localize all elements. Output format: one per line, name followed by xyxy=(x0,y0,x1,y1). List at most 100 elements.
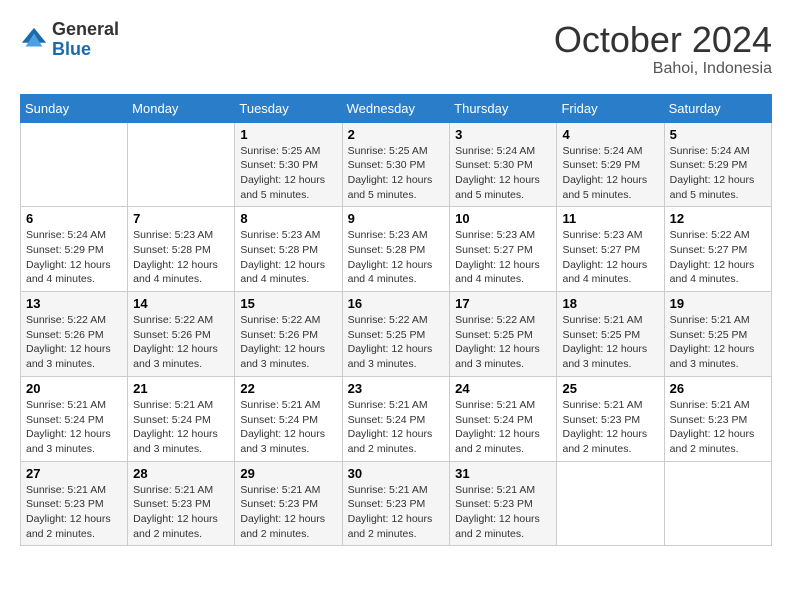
day-number: 4 xyxy=(562,127,658,142)
calendar-cell: 25Sunrise: 5:21 AM Sunset: 5:23 PM Dayli… xyxy=(557,376,664,461)
day-number: 22 xyxy=(240,381,336,396)
day-number: 23 xyxy=(348,381,445,396)
day-number: 13 xyxy=(26,296,122,311)
calendar-cell xyxy=(128,122,235,207)
calendar-cell xyxy=(557,461,664,546)
day-number: 12 xyxy=(670,211,766,226)
weekday-header: Saturday xyxy=(664,94,771,122)
day-info: Sunrise: 5:22 AM Sunset: 5:25 PM Dayligh… xyxy=(455,313,551,372)
calendar-header: SundayMondayTuesdayWednesdayThursdayFrid… xyxy=(21,94,772,122)
day-number: 21 xyxy=(133,381,229,396)
day-info: Sunrise: 5:22 AM Sunset: 5:26 PM Dayligh… xyxy=(240,313,336,372)
day-info: Sunrise: 5:23 AM Sunset: 5:28 PM Dayligh… xyxy=(348,228,445,287)
calendar-cell: 12 Sunrise: 5:22 AM Sunset: 5:27 PM Dayli… xyxy=(664,207,771,292)
calendar-cell: 21Sunrise: 5:21 AM Sunset: 5:24 PM Dayli… xyxy=(128,376,235,461)
calendar-cell: 30 Sunrise: 5:21 AM Sunset: 5:23 PM Dayli… xyxy=(342,461,450,546)
day-info: Sunrise: 5:22 AM Sunset: 5:25 PM Dayligh… xyxy=(348,313,445,372)
calendar-cell: 22 Sunrise: 5:21 AM Sunset: 5:24 PM Dayli… xyxy=(235,376,342,461)
calendar-week-row: 6 Sunrise: 5:24 AM Sunset: 5:29 PM Daylig… xyxy=(21,207,772,292)
day-number: 29 xyxy=(240,466,336,481)
calendar-body: 1Sunrise: 5:25 AM Sunset: 5:30 PM Daylig… xyxy=(21,122,772,546)
calendar-cell: 13 Sunrise: 5:22 AM Sunset: 5:26 PM Dayli… xyxy=(21,292,128,377)
calendar-cell: 31 Sunrise: 5:21 AM Sunset: 5:23 PM Dayli… xyxy=(450,461,557,546)
day-info: Sunrise: 5:21 AM Sunset: 5:25 PM Dayligh… xyxy=(670,313,766,372)
calendar-cell: 14Sunrise: 5:22 AM Sunset: 5:26 PM Dayli… xyxy=(128,292,235,377)
day-info: Sunrise: 5:23 AM Sunset: 5:28 PM Dayligh… xyxy=(240,228,336,287)
day-info: Sunrise: 5:21 AM Sunset: 5:23 PM Dayligh… xyxy=(26,483,122,542)
day-number: 28 xyxy=(133,466,229,481)
day-number: 6 xyxy=(26,211,122,226)
calendar-cell: 15Sunrise: 5:22 AM Sunset: 5:26 PM Dayli… xyxy=(235,292,342,377)
calendar-cell: 3 Sunrise: 5:24 AM Sunset: 5:30 PM Daylig… xyxy=(450,122,557,207)
day-number: 2 xyxy=(348,127,445,142)
day-info: Sunrise: 5:21 AM Sunset: 5:24 PM Dayligh… xyxy=(240,398,336,457)
calendar-cell: 19 Sunrise: 5:21 AM Sunset: 5:25 PM Dayli… xyxy=(664,292,771,377)
day-number: 24 xyxy=(455,381,551,396)
day-info: Sunrise: 5:24 AM Sunset: 5:30 PM Dayligh… xyxy=(455,144,551,203)
calendar-cell xyxy=(21,122,128,207)
calendar-cell: 5Sunrise: 5:24 AM Sunset: 5:29 PM Daylig… xyxy=(664,122,771,207)
calendar-week-row: 1Sunrise: 5:25 AM Sunset: 5:30 PM Daylig… xyxy=(21,122,772,207)
calendar-cell xyxy=(664,461,771,546)
day-number: 16 xyxy=(348,296,445,311)
day-info: Sunrise: 5:21 AM Sunset: 5:23 PM Dayligh… xyxy=(240,483,336,542)
logo-general-text: General xyxy=(52,20,119,40)
day-info: Sunrise: 5:22 AM Sunset: 5:27 PM Dayligh… xyxy=(670,228,766,287)
day-info: Sunrise: 5:23 AM Sunset: 5:27 PM Dayligh… xyxy=(562,228,658,287)
day-info: Sunrise: 5:23 AM Sunset: 5:27 PM Dayligh… xyxy=(455,228,551,287)
day-number: 19 xyxy=(670,296,766,311)
day-number: 31 xyxy=(455,466,551,481)
calendar-cell: 9 Sunrise: 5:23 AM Sunset: 5:28 PM Daylig… xyxy=(342,207,450,292)
calendar-cell: 6 Sunrise: 5:24 AM Sunset: 5:29 PM Daylig… xyxy=(21,207,128,292)
calendar-cell: 24 Sunrise: 5:21 AM Sunset: 5:24 PM Dayli… xyxy=(450,376,557,461)
calendar-cell: 26 Sunrise: 5:21 AM Sunset: 5:23 PM Dayli… xyxy=(664,376,771,461)
calendar-week-row: 20 Sunrise: 5:21 AM Sunset: 5:24 PM Dayli… xyxy=(21,376,772,461)
day-info: Sunrise: 5:25 AM Sunset: 5:30 PM Dayligh… xyxy=(348,144,445,203)
calendar-cell: 20Sunrise: 5:21 AM Sunset: 5:24 PM Dayli… xyxy=(21,376,128,461)
day-number: 10 xyxy=(455,211,551,226)
calendar-table: SundayMondayTuesdayWednesdayThursdayFrid… xyxy=(20,94,772,547)
calendar-cell: 2 Sunrise: 5:25 AM Sunset: 5:30 PM Daylig… xyxy=(342,122,450,207)
day-number: 20 xyxy=(26,381,122,396)
calendar-cell: 16 Sunrise: 5:22 AM Sunset: 5:25 PM Dayli… xyxy=(342,292,450,377)
day-info: Sunrise: 5:22 AM Sunset: 5:26 PM Dayligh… xyxy=(26,313,122,372)
calendar-cell: 4Sunrise: 5:24 AM Sunset: 5:29 PM Daylig… xyxy=(557,122,664,207)
weekday-header: Sunday xyxy=(21,94,128,122)
day-number: 26 xyxy=(670,381,766,396)
weekday-header: Monday xyxy=(128,94,235,122)
title-block: October 2024 Bahoi, Indonesia xyxy=(554,20,772,78)
day-number: 14 xyxy=(133,296,229,311)
calendar-cell: 17 Sunrise: 5:22 AM Sunset: 5:25 PM Dayli… xyxy=(450,292,557,377)
day-number: 3 xyxy=(455,127,551,142)
weekday-header: Tuesday xyxy=(235,94,342,122)
calendar-cell: 7Sunrise: 5:23 AM Sunset: 5:28 PM Daylig… xyxy=(128,207,235,292)
calendar-cell: 8Sunrise: 5:23 AM Sunset: 5:28 PM Daylig… xyxy=(235,207,342,292)
day-number: 25 xyxy=(562,381,658,396)
calendar-cell: 11 Sunrise: 5:23 AM Sunset: 5:27 PM Dayli… xyxy=(557,207,664,292)
location-text: Bahoi, Indonesia xyxy=(554,60,772,78)
day-number: 27 xyxy=(26,466,122,481)
logo-icon xyxy=(20,26,48,54)
day-info: Sunrise: 5:21 AM Sunset: 5:23 PM Dayligh… xyxy=(670,398,766,457)
day-info: Sunrise: 5:23 AM Sunset: 5:28 PM Dayligh… xyxy=(133,228,229,287)
calendar-cell: 18Sunrise: 5:21 AM Sunset: 5:25 PM Dayli… xyxy=(557,292,664,377)
calendar-week-row: 13 Sunrise: 5:22 AM Sunset: 5:26 PM Dayli… xyxy=(21,292,772,377)
day-number: 17 xyxy=(455,296,551,311)
day-info: Sunrise: 5:21 AM Sunset: 5:23 PM Dayligh… xyxy=(455,483,551,542)
day-info: Sunrise: 5:21 AM Sunset: 5:23 PM Dayligh… xyxy=(348,483,445,542)
calendar-cell: 28 Sunrise: 5:21 AM Sunset: 5:23 PM Dayli… xyxy=(128,461,235,546)
calendar-cell: 27 Sunrise: 5:21 AM Sunset: 5:23 PM Dayli… xyxy=(21,461,128,546)
page-header: General Blue October 2024 Bahoi, Indones… xyxy=(20,20,772,78)
logo-text: General Blue xyxy=(52,20,119,60)
day-number: 30 xyxy=(348,466,445,481)
day-number: 9 xyxy=(348,211,445,226)
day-info: Sunrise: 5:21 AM Sunset: 5:23 PM Dayligh… xyxy=(133,483,229,542)
day-info: Sunrise: 5:24 AM Sunset: 5:29 PM Dayligh… xyxy=(26,228,122,287)
month-title: October 2024 xyxy=(554,20,772,60)
weekday-header: Thursday xyxy=(450,94,557,122)
day-info: Sunrise: 5:25 AM Sunset: 5:30 PM Dayligh… xyxy=(240,144,336,203)
day-number: 11 xyxy=(562,211,658,226)
weekday-header: Friday xyxy=(557,94,664,122)
day-info: Sunrise: 5:21 AM Sunset: 5:24 PM Dayligh… xyxy=(455,398,551,457)
day-info: Sunrise: 5:24 AM Sunset: 5:29 PM Dayligh… xyxy=(670,144,766,203)
